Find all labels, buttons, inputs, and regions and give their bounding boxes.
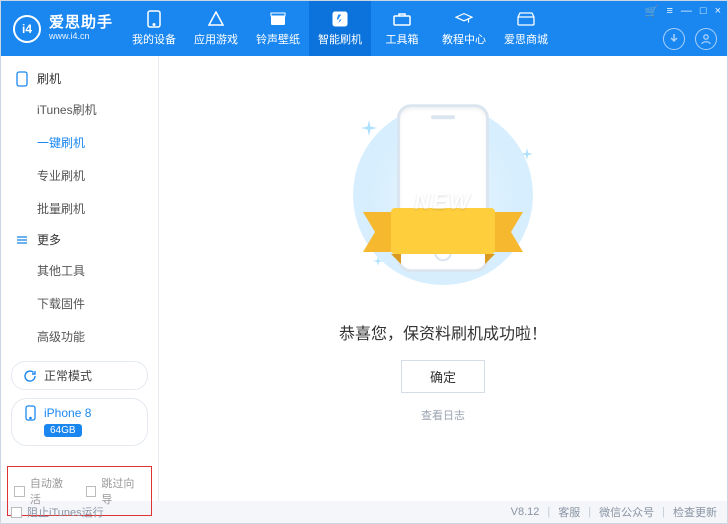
toolbox-icon xyxy=(393,10,411,28)
apps-icon xyxy=(207,10,225,28)
sidebar: 刷机 iTunes刷机 一键刷机 专业刷机 批量刷机 更多 其他工具 下载固件 … xyxy=(1,56,159,501)
refresh-icon xyxy=(22,368,38,384)
nav-flash[interactable]: 智能刷机 xyxy=(309,1,371,56)
maximize-button[interactable]: □ xyxy=(700,5,707,18)
device-name: iPhone 8 xyxy=(44,406,91,420)
sidebar-item-batch-flash[interactable]: 批量刷机 xyxy=(1,192,158,225)
mode-pill[interactable]: 正常模式 xyxy=(11,361,148,390)
nav-toolbox[interactable]: 工具箱 xyxy=(371,1,433,56)
menu-icon[interactable]: ≡ xyxy=(666,5,672,18)
nav-ringtone[interactable]: 铃声壁纸 xyxy=(247,1,309,56)
device-phone-icon xyxy=(22,405,38,421)
sidebar-item-oneclick-flash[interactable]: 一键刷机 xyxy=(1,126,158,159)
footer-link-update[interactable]: 检查更新 xyxy=(673,504,717,520)
logo-badge: i4 xyxy=(13,15,41,43)
storage-badge: 64GB xyxy=(44,424,82,437)
block-itunes-checkbox[interactable]: 阻止iTunes运行 xyxy=(11,504,104,520)
phone-icon xyxy=(145,10,163,28)
sidebar-item-download-firmware[interactable]: 下载固件 xyxy=(1,287,158,320)
view-log-link[interactable]: 查看日志 xyxy=(421,407,465,423)
auto-activate-checkbox[interactable]: 自动激活 xyxy=(14,475,74,507)
flash-icon xyxy=(331,10,349,28)
app-title: 爱思助手 xyxy=(49,15,113,32)
success-illustration: NEW xyxy=(333,90,553,300)
footer-link-wechat[interactable]: 微信公众号 xyxy=(599,504,654,520)
sidebar-item-pro-flash[interactable]: 专业刷机 xyxy=(1,159,158,192)
download-button[interactable] xyxy=(663,28,685,50)
nav-my-device[interactable]: 我的设备 xyxy=(123,1,185,56)
version-label: V8.12 xyxy=(511,506,540,518)
app-header: i4 爱思助手 www.i4.cn 我的设备 应用游戏 铃声壁纸 智能刷机 工具… xyxy=(1,1,727,56)
header-actions xyxy=(663,28,717,50)
sidebar-group-flash[interactable]: 刷机 xyxy=(1,64,158,93)
ok-button[interactable]: 确定 xyxy=(401,360,485,393)
tutorial-icon xyxy=(455,10,473,28)
new-label: NEW xyxy=(414,188,471,214)
success-message: 恭喜您，保资料刷机成功啦！ xyxy=(339,320,547,344)
nav-shop[interactable]: 爱思商城 xyxy=(495,1,557,56)
top-nav: 我的设备 应用游戏 铃声壁纸 智能刷机 工具箱 教程中心 爱思商城 xyxy=(123,1,557,56)
nav-tutorial[interactable]: 教程中心 xyxy=(433,1,495,56)
skip-setup-checkbox[interactable]: 跳过向导 xyxy=(86,475,146,507)
logo: i4 爱思助手 www.i4.cn xyxy=(1,15,123,43)
user-button[interactable] xyxy=(695,28,717,50)
app-url: www.i4.cn xyxy=(49,32,113,42)
device-status-box: 正常模式 iPhone 8 64GB xyxy=(1,353,158,462)
more-icon xyxy=(15,234,29,246)
close-button[interactable]: × xyxy=(715,5,721,18)
footer-link-support[interactable]: 客服 xyxy=(558,504,580,520)
main-content: NEW 恭喜您，保资料刷机成功啦！ 确定 查看日志 xyxy=(159,56,727,501)
minimize-button[interactable]: — xyxy=(681,5,692,18)
cart-icon[interactable]: 🛒 xyxy=(645,5,659,18)
sidebar-item-other-tools[interactable]: 其他工具 xyxy=(1,254,158,287)
app-body: 刷机 iTunes刷机 一键刷机 专业刷机 批量刷机 更多 其他工具 下载固件 … xyxy=(1,56,727,501)
sidebar-group-more[interactable]: 更多 xyxy=(1,225,158,254)
phone-outline-icon xyxy=(15,71,29,87)
logo-text: 爱思助手 www.i4.cn xyxy=(49,15,113,41)
device-pill[interactable]: iPhone 8 64GB xyxy=(11,398,148,446)
sidebar-item-itunes-flash[interactable]: iTunes刷机 xyxy=(1,93,158,126)
shop-icon xyxy=(517,10,535,28)
nav-apps[interactable]: 应用游戏 xyxy=(185,1,247,56)
window-controls: 🛒 ≡ — □ × xyxy=(645,5,721,18)
wallpaper-icon xyxy=(269,10,287,28)
sidebar-item-advanced[interactable]: 高级功能 xyxy=(1,320,158,353)
